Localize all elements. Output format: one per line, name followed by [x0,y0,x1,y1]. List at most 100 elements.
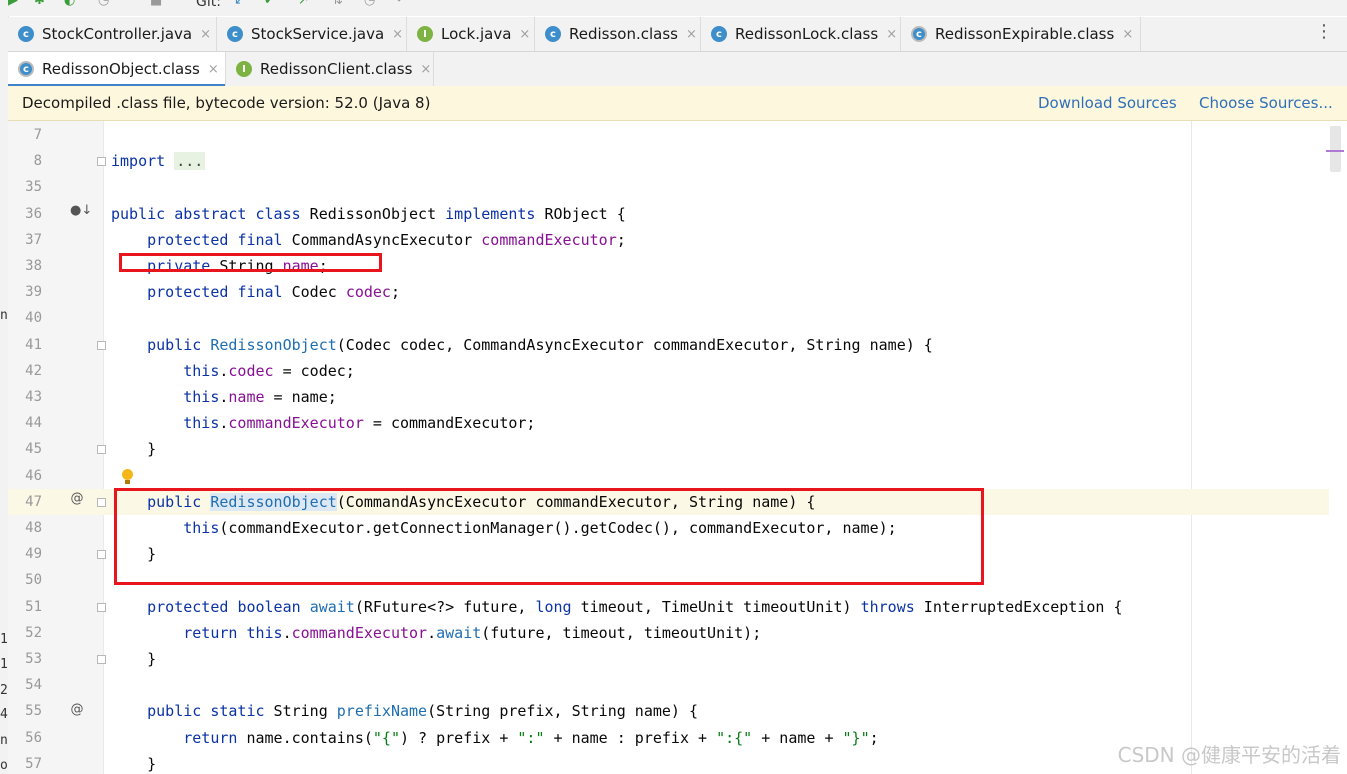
profile-icon[interactable]: ◔ [98,0,112,8]
tab-redissonexpirable[interactable]: c RedissonExpirable.class × [901,17,1141,51]
close-icon[interactable]: × [420,62,431,77]
code-line[interactable]: 50 [8,567,1329,593]
code-text[interactable]: public abstract class RedissonObject imp… [111,201,626,227]
close-icon[interactable]: × [208,62,219,77]
code-line[interactable]: 8 import ... [8,148,1329,174]
implements-gutter-icon[interactable]: ●↓ [70,203,92,218]
code-line[interactable]: 35 [8,174,1329,200]
left-fragment: 2 [0,683,8,698]
code-text[interactable]: } [111,436,156,462]
tab-stockservice[interactable]: c StockService.java × [217,17,407,51]
code-line[interactable]: 40 [8,305,1329,331]
line-number: 38 [25,258,42,274]
line-number: 44 [25,415,42,432]
code-text[interactable]: public RedissonObject(Codec codec, Comma… [111,332,933,358]
choose-sources-link[interactable]: Choose Sources... [1199,94,1333,112]
code-line[interactable]: 55 public static String prefixName(Strin… [8,698,1329,724]
code-text[interactable]: this.codec = codec; [111,358,355,384]
decompiled-banner: Decompiled .class file, bytecode version… [8,86,1347,121]
tab-redissonclient[interactable]: I RedissonClient.class × [226,52,434,86]
code-text[interactable]: public RedissonObject(CommandAsyncExecut… [111,489,815,515]
code-editor[interactable]: 7 8 import ... 35 36 public abstract class Re… [8,121,1347,774]
code-text[interactable]: return this.commandExecutor.await(future… [111,620,761,646]
vertical-scrollbar[interactable] [1329,121,1347,774]
code-text[interactable]: private String name; [111,253,328,279]
close-icon[interactable]: × [519,27,530,42]
close-icon[interactable]: × [200,27,211,42]
override-gutter-icon[interactable]: @ [70,702,84,717]
line-number: 56 [25,729,42,746]
code-line[interactable]: 43 this.name = name; [8,384,1329,410]
code-text[interactable]: protected final Codec codec; [111,279,400,305]
fold-toggle-icon[interactable] [97,602,106,612]
fold-toggle-icon[interactable] [97,497,106,507]
code-line[interactable]: 49 } [8,541,1329,567]
code-line[interactable]: 37 protected final CommandAsyncExecutor … [8,227,1329,253]
code-text[interactable]: this(commandExecutor.getConnectionManage… [111,515,896,541]
git-history-icon[interactable]: ◷ [364,0,378,8]
code-line[interactable]: 7 [8,122,1329,148]
tab-redissonobject[interactable]: c RedissonObject.class × [8,52,226,87]
code-line[interactable]: 53 } [8,646,1329,672]
code-text[interactable]: protected boolean await(RFuture<?> futur… [111,594,1122,620]
debug-icon[interactable]: ✱ [34,0,48,8]
download-sources-link[interactable]: Download Sources [1038,94,1177,112]
code-text[interactable]: this.commandExecutor = commandExecutor; [111,410,535,436]
coverage-icon[interactable]: ◐ [64,0,78,8]
close-icon[interactable]: × [686,27,697,42]
code-line[interactable]: 47 public RedissonObject(CommandAsyncExe… [8,488,1329,515]
tab-redisson[interactable]: c Redisson.class × [535,17,701,51]
fold-toggle-icon[interactable] [97,445,106,455]
code-line[interactable]: 39 protected final Codec codec; [8,279,1329,305]
line-number: 54 [25,677,42,694]
code-text[interactable]: } [111,751,156,774]
git-update-icon[interactable]: ↙ [234,0,248,8]
line-number: 35 [25,179,42,196]
tab-stockcontroller[interactable]: c StockController.java × [8,17,217,51]
code-line[interactable]: 54 [8,672,1329,698]
scrollbar-thumb[interactable] [1330,126,1341,172]
fold-toggle-icon[interactable] [97,157,106,167]
code-text[interactable]: } [111,646,156,672]
run-icon[interactable]: ▶ [8,0,22,8]
code-text[interactable]: return name.contains("{") ? prefix + ":"… [111,725,878,751]
code-text[interactable]: protected final CommandAsyncExecutor com… [111,227,626,253]
lightbulb-icon[interactable] [122,469,133,480]
left-fragment: 1 [0,632,8,647]
code-line[interactable]: 42 this.codec = codec; [8,358,1329,384]
fold-toggle-icon[interactable] [97,340,106,350]
line-number: 36 [25,205,42,222]
code-line[interactable]: 46 [8,463,1329,489]
git-commit-icon[interactable]: ✔ [264,0,278,8]
fold-toggle-icon[interactable] [97,550,106,560]
code-line[interactable]: 51 protected boolean await(RFuture<?> fu… [8,594,1329,620]
line-number: 47 [25,493,42,510]
stop-icon[interactable]: ■ [150,0,164,8]
tab-lock[interactable]: I Lock.java × [407,17,535,51]
code-line[interactable]: 48 this(commandExecutor.getConnectionMan… [8,515,1329,541]
code-text[interactable]: } [111,541,156,567]
git-rollback-icon[interactable]: ↶ [396,0,410,8]
line-number: 42 [25,362,42,379]
code-line[interactable]: 52 return this.commandExecutor.await(fut… [8,620,1329,646]
close-icon[interactable]: × [392,27,403,42]
override-gutter-icon[interactable]: @ [70,491,84,506]
code-line[interactable]: 44 this.commandExecutor = commandExecuto… [8,410,1329,436]
fold-toggle-icon[interactable] [97,655,106,664]
code-line[interactable]: 36 public abstract class RedissonObject i… [8,201,1329,227]
code-text[interactable]: this.name = name; [111,384,337,410]
close-icon[interactable]: × [886,27,897,42]
git-fetch-icon[interactable]: ⇅ [332,0,346,8]
code-line[interactable]: 45 } [8,436,1329,462]
class-file-icon: c [711,26,727,42]
git-push-icon[interactable]: ↗ [298,0,312,8]
tab-redissonlock[interactable]: c RedissonLock.class × [701,17,901,51]
more-options-icon[interactable]: ⋮ [1315,23,1333,41]
close-icon[interactable]: × [1122,27,1133,42]
class-icon: c [18,26,34,42]
code-text[interactable]: public static String prefixName(String p… [111,698,698,724]
code-line[interactable]: 41 public RedissonObject(Codec codec, Co… [8,332,1329,358]
code-text[interactable]: import ... [111,148,206,174]
line-number: 46 [25,467,42,484]
code-line[interactable]: 38 private String name; [8,253,1329,279]
